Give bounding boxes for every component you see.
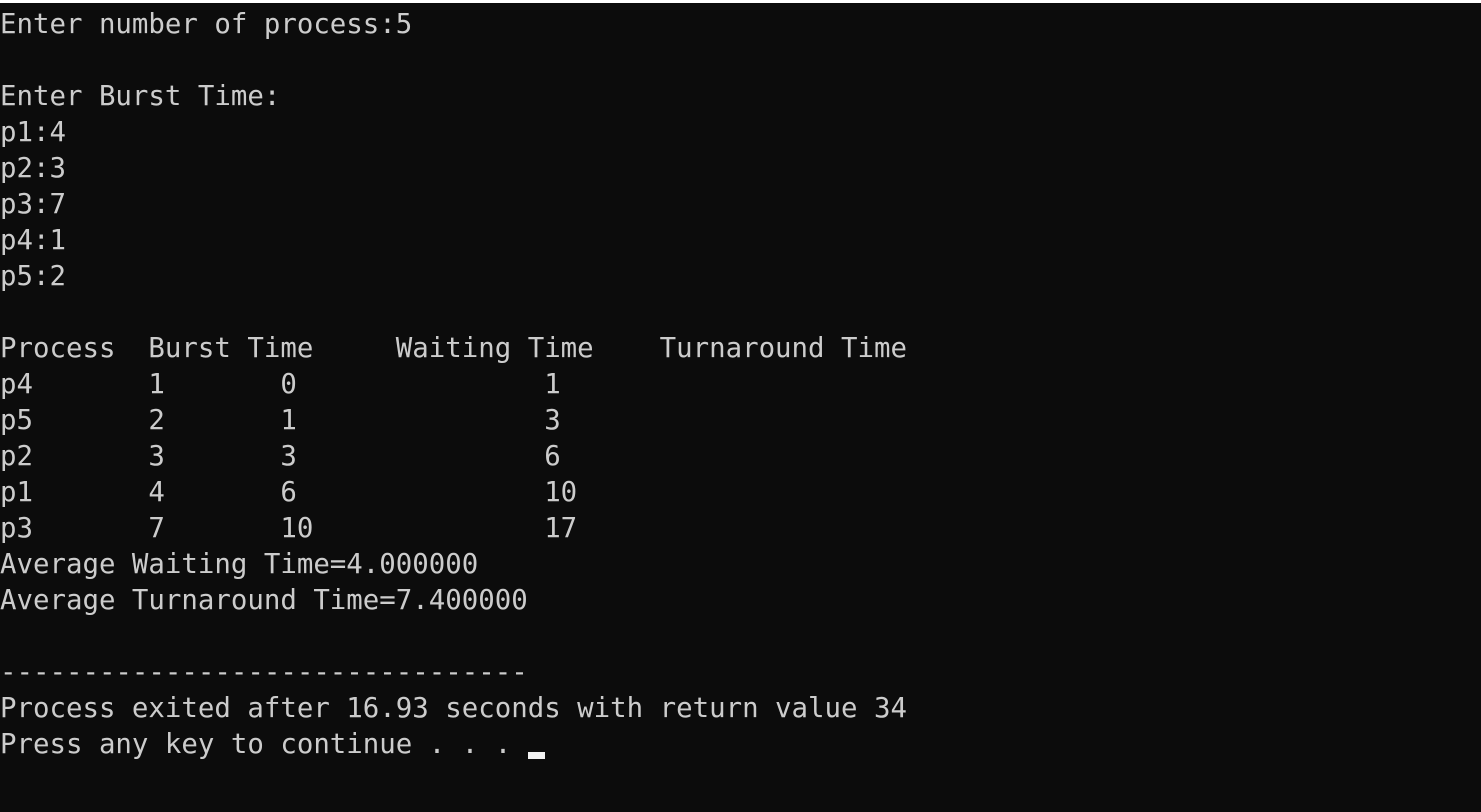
average-turnaround-time: Average Turnaround Time=7.400000 — [0, 585, 528, 616]
table-row: p2 3 3 6 — [0, 441, 561, 472]
console-line-input-p3: p3:7 — [0, 189, 66, 220]
console-line-blank — [0, 43, 907, 79]
continue-prompt: Press any key to continue . . . — [0, 729, 528, 760]
separator-line: -------------------------------- — [0, 657, 528, 688]
console-window[interactable]: Enter number of process:5 Enter Burst Ti… — [0, 3, 1481, 812]
console-line-prompt-burst-time: Enter Burst Time: — [0, 81, 281, 112]
average-waiting-time: Average Waiting Time=4.000000 — [0, 549, 479, 580]
continue-prompt-line[interactable]: Press any key to continue . . . — [0, 727, 907, 763]
console-line-input-p1: p1:4 — [0, 117, 66, 148]
console-output: Enter number of process:5 Enter Burst Ti… — [0, 7, 907, 763]
table-row: p3 7 10 17 — [0, 513, 578, 544]
cursor-icon — [527, 752, 545, 759]
console-line-blank — [0, 619, 907, 655]
table-row: p5 2 1 3 — [0, 405, 561, 436]
console-line-prompt-process-count: Enter number of process:5 — [0, 9, 413, 40]
console-line-input-p5: p5:2 — [0, 261, 66, 292]
table-row: p1 4 6 10 — [0, 477, 578, 508]
table-row: p4 1 0 1 — [0, 369, 561, 400]
process-exit-status: Process exited after 16.93 seconds with … — [0, 693, 907, 724]
console-line-input-p4: p4:1 — [0, 225, 66, 256]
console-line-blank — [0, 295, 907, 331]
table-header: Process Burst Time Waiting Time Turnarou… — [0, 333, 907, 364]
console-line-input-p2: p2:3 — [0, 153, 66, 184]
